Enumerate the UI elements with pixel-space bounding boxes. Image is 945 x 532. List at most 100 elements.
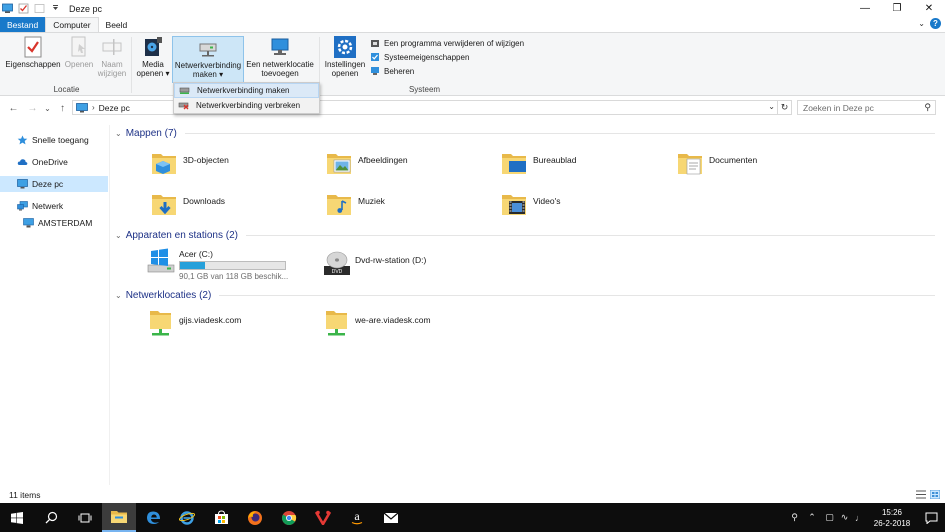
up-icon[interactable]: ↑ — [55, 103, 70, 114]
back-icon[interactable]: ← — [6, 103, 21, 114]
search-icon[interactable] — [34, 503, 68, 532]
refresh-icon[interactable]: ↻ — [778, 100, 792, 115]
svg-text:a: a — [354, 510, 360, 523]
cloud-icon — [17, 159, 28, 165]
chevron-down-icon[interactable]: ⌄ — [115, 129, 122, 138]
drive-c[interactable]: Acer (C:) 90,1 GB van 118 GB beschik... — [147, 247, 288, 281]
volume-icon[interactable]: ♩ — [852, 513, 867, 523]
navigation-pane: Snelle toegang OneDrive Deze pc Netwerk … — [0, 125, 110, 485]
tab-bestand[interactable]: Bestand — [0, 17, 46, 32]
rename-button[interactable]: Naam wijzigen — [95, 36, 129, 78]
network-location-we-are[interactable]: we-are.viadesk.com — [323, 309, 431, 337]
group-divider — [131, 37, 132, 93]
wifi-icon[interactable]: ∿ — [837, 512, 852, 523]
chevron-down-icon[interactable]: ⌄ — [115, 291, 122, 300]
network-folder-icon — [326, 311, 347, 336]
people-icon[interactable]: ⚲ — [787, 512, 802, 523]
folder-videos[interactable]: Video's — [501, 190, 560, 218]
music-folder-icon — [327, 195, 351, 215]
start-icon[interactable] — [0, 503, 34, 532]
firefox-icon[interactable] — [238, 503, 272, 532]
customize-qat-icon[interactable] — [50, 3, 61, 14]
sidebar-item-amsterdam[interactable]: AMSTERDAM — [0, 215, 108, 231]
gear-icon — [334, 36, 356, 58]
navigation-bar: ← → ⌄ ↑ › Deze pc ⌄ ↻ Zoeken in Deze pc … — [0, 97, 945, 119]
downloads-folder-icon — [152, 195, 176, 215]
tab-beeld[interactable]: Beeld — [99, 17, 135, 32]
show-hidden-icons-icon[interactable]: ⌃ — [802, 512, 822, 523]
restore-icon[interactable]: ❐ — [881, 0, 913, 17]
store-icon[interactable] — [204, 503, 238, 532]
chevron-down-icon[interactable]: ⌄ — [115, 231, 122, 240]
internet-explorer-icon[interactable] — [170, 503, 204, 532]
address-history-icon[interactable]: ⌄ — [768, 102, 775, 111]
media-open-button[interactable]: Media openen ▾ — [135, 36, 171, 78]
window-title: Deze pc — [69, 3, 103, 14]
quick-access-toolbar — [0, 3, 61, 14]
map-network-drive-button[interactable]: Netwerkverbinding maken ▾ — [172, 36, 244, 83]
drive-d[interactable]: DVD Dvd-rw-station (D:) — [323, 249, 426, 277]
action-center-icon[interactable] — [917, 512, 945, 524]
folder-pictures[interactable]: Afbeeldingen — [326, 149, 408, 177]
manage-link[interactable]: Beheren — [370, 66, 524, 76]
search-input[interactable]: Zoeken in Deze pc ⚲ — [797, 100, 936, 115]
close-icon[interactable]: ✕ — [913, 0, 945, 17]
details-view-icon[interactable] — [916, 490, 926, 499]
network-folder-icon — [150, 311, 171, 336]
status-bar: 11 items — [0, 487, 945, 503]
folder-music[interactable]: Muziek — [326, 190, 385, 218]
open-settings-button[interactable]: Instellingen openen — [322, 36, 368, 78]
forward-icon[interactable]: → — [25, 103, 40, 114]
system-tray: ⚲ ⌃ ▢ ∿ ♩ 15:26 26-2-2018 — [787, 503, 945, 532]
ribbon-expand-icon[interactable]: ⌄ — [918, 19, 925, 28]
folder-documents[interactable]: Documenten — [677, 149, 757, 177]
chrome-icon[interactable] — [272, 503, 306, 532]
sidebar-item-quick-access[interactable]: Snelle toegang — [0, 132, 108, 148]
drive-usage-bar — [179, 261, 286, 270]
content-area: ⌄ Mappen (7) 3D-objecten Afbeeldingen Bu… — [111, 125, 945, 485]
section-header-network-locations[interactable]: ⌄ Netwerklocaties (2) — [115, 288, 935, 302]
sidebar-item-this-pc[interactable]: Deze pc — [0, 176, 108, 192]
network-drive-icon — [199, 43, 217, 57]
system-properties-link[interactable]: Systeemeigenschappen — [370, 52, 524, 62]
breadcrumb[interactable]: Deze pc — [99, 103, 130, 113]
recent-locations-icon[interactable]: ⌄ — [40, 104, 55, 113]
folder-3d-objects[interactable]: 3D-objecten — [151, 149, 229, 177]
amazon-icon[interactable]: a — [340, 503, 374, 532]
menu-item-disconnect-drive[interactable]: Netwerkverbinding verbreken — [174, 98, 319, 113]
network-location-icon — [271, 38, 289, 55]
minimize-icon[interactable]: — — [849, 0, 881, 17]
edge-icon[interactable] — [136, 503, 170, 532]
help-icon[interactable]: ? — [930, 18, 941, 29]
drive-usage-fill — [180, 262, 206, 269]
properties-button[interactable]: Eigenschappen — [4, 36, 62, 69]
add-network-location-button[interactable]: Een netwerklocatie toevoegen — [245, 36, 315, 78]
search-icon[interactable]: ⚲ — [924, 102, 931, 113]
folder-desktop[interactable]: Bureaublad — [501, 149, 576, 177]
tab-computer[interactable]: Computer — [45, 17, 99, 32]
windows-drive-icon — [147, 248, 175, 273]
section-header-devices[interactable]: ⌄ Apparaten en stations (2) — [115, 228, 935, 242]
network-location-gijs[interactable]: gijs.viadesk.com — [147, 309, 241, 337]
clock[interactable]: 15:26 26-2-2018 — [867, 507, 917, 529]
properties-icon — [24, 36, 42, 58]
uninstall-program-link[interactable]: Een programma verwijderen of wijzigen — [370, 38, 524, 48]
large-icons-view-icon[interactable] — [929, 489, 941, 500]
open-button[interactable]: Openen — [62, 36, 96, 69]
mail-icon[interactable] — [374, 503, 408, 532]
sidebar-item-onedrive[interactable]: OneDrive — [0, 154, 108, 170]
battery-icon[interactable]: ▢ — [822, 512, 837, 523]
this-pc-icon[interactable] — [2, 3, 13, 14]
vivaldi-icon[interactable] — [306, 503, 340, 532]
properties-quick-icon[interactable] — [18, 3, 29, 14]
menu-item-map-drive[interactable]: Netwerkverbinding maken — [174, 83, 319, 98]
breadcrumb-separator-icon[interactable]: › — [92, 103, 95, 112]
section-header-folders[interactable]: ⌄ Mappen (7) — [115, 126, 935, 140]
folder-downloads[interactable]: Downloads — [151, 190, 225, 218]
new-folder-quick-icon[interactable] — [34, 3, 45, 14]
group-label-system: Systeem — [408, 85, 441, 94]
task-view-icon[interactable] — [68, 503, 102, 532]
ribbon: Eigenschappen Openen Naam wijzigen Locat… — [0, 32, 945, 96]
file-explorer-icon[interactable] — [102, 503, 136, 532]
sidebar-item-network[interactable]: Netwerk — [0, 198, 108, 214]
